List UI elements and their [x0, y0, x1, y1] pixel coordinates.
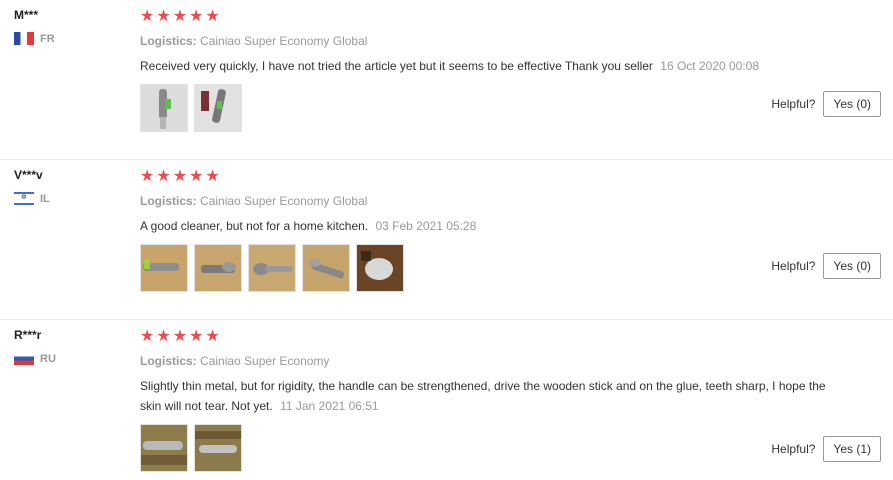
- logistics-value: Cainiao Super Economy: [200, 354, 330, 368]
- logistics-label: Logistics:: [140, 34, 197, 48]
- review-photos: [140, 424, 881, 472]
- review-photo-thumbnail[interactable]: [194, 244, 242, 292]
- review-date: 11 Jan 2021 06:51: [280, 399, 379, 413]
- helpful-yes-button[interactable]: Yes (1): [823, 436, 881, 462]
- review-text: A good cleaner, but not for a home kitch…: [140, 219, 369, 233]
- product-photo-icon: [141, 85, 187, 131]
- reviewer-country: FR: [14, 32, 55, 45]
- product-photo-icon: [357, 245, 403, 291]
- product-photo-icon: [303, 245, 349, 291]
- review-photo-thumbnail[interactable]: [140, 244, 188, 292]
- reviews-list: M*** FR ★★★★★ Logistics: Cainiao Super E…: [0, 0, 893, 480]
- country-code: FR: [40, 32, 55, 45]
- reviewer-info: M*** FR: [14, 8, 55, 45]
- review-photo-thumbnail[interactable]: [194, 424, 242, 472]
- israel-flag-icon: [14, 192, 34, 205]
- review-content: ★★★★★ Logistics: Cainiao Super Economy G…: [140, 169, 881, 292]
- reviewer-name: V***v: [14, 168, 43, 182]
- helpful-vote: Helpful? Yes (0): [771, 253, 881, 279]
- product-photo-icon: [141, 245, 187, 291]
- review-photo-thumbnail[interactable]: [194, 84, 242, 132]
- review-text-block: Slightly thin metal, but for rigidity, t…: [140, 376, 840, 416]
- review-text: Received very quickly, I have not tried …: [140, 59, 653, 73]
- product-photo-icon: [195, 85, 241, 131]
- helpful-label: Helpful?: [771, 259, 816, 273]
- star-rating: ★★★★★: [140, 168, 222, 185]
- review-text-block: A good cleaner, but not for a home kitch…: [140, 216, 840, 236]
- review-text: Slightly thin metal, but for rigidity, t…: [140, 379, 826, 413]
- reviewer-info: R***r RU: [14, 328, 56, 365]
- logistics-value: Cainiao Super Economy Global: [200, 34, 368, 48]
- france-flag-icon: [14, 32, 34, 45]
- logistics-label: Logistics:: [140, 194, 197, 208]
- review-photo-thumbnail[interactable]: [248, 244, 296, 292]
- product-photo-icon: [195, 245, 241, 291]
- star-rating: ★★★★★: [140, 8, 222, 25]
- logistics-label: Logistics:: [140, 354, 197, 368]
- helpful-yes-button[interactable]: Yes (0): [823, 253, 881, 279]
- review-date: 03 Feb 2021 05:28: [375, 219, 477, 233]
- helpful-label: Helpful?: [771, 442, 816, 456]
- logistics-info: Logistics: Cainiao Super Economy Global: [140, 194, 881, 208]
- product-photo-icon: [141, 425, 187, 471]
- review-photos: [140, 84, 881, 132]
- reviewer-name: R***r: [14, 328, 42, 342]
- reviewer-country: IL: [14, 192, 50, 205]
- review-photo-thumbnail[interactable]: [302, 244, 350, 292]
- helpful-yes-button[interactable]: Yes (0): [823, 91, 881, 117]
- review-item: R***r RU ★★★★★ Logistics: Cainiao Super …: [0, 320, 893, 480]
- review-item: M*** FR ★★★★★ Logistics: Cainiao Super E…: [0, 0, 893, 160]
- russia-flag-icon: [14, 352, 34, 365]
- review-photo-thumbnail[interactable]: [140, 424, 188, 472]
- review-photos: [140, 244, 881, 292]
- review-photo-thumbnail[interactable]: [356, 244, 404, 292]
- country-code: IL: [40, 192, 50, 205]
- star-rating: ★★★★★: [140, 328, 222, 345]
- helpful-vote: Helpful? Yes (1): [771, 436, 881, 462]
- reviewer-name: M***: [14, 8, 39, 22]
- product-photo-icon: [195, 425, 241, 471]
- review-text-block: Received very quickly, I have not tried …: [140, 56, 840, 76]
- logistics-value: Cainiao Super Economy Global: [200, 194, 368, 208]
- review-photo-thumbnail[interactable]: [140, 84, 188, 132]
- logistics-info: Logistics: Cainiao Super Economy: [140, 354, 881, 368]
- review-date: 16 Oct 2020 00:08: [660, 59, 760, 73]
- country-code: RU: [40, 352, 56, 365]
- helpful-vote: Helpful? Yes (0): [771, 91, 881, 117]
- logistics-info: Logistics: Cainiao Super Economy Global: [140, 34, 881, 48]
- reviewer-country: RU: [14, 352, 56, 365]
- reviewer-info: V***v IL: [14, 168, 50, 205]
- product-photo-icon: [249, 245, 295, 291]
- helpful-label: Helpful?: [771, 97, 816, 111]
- review-content: ★★★★★ Logistics: Cainiao Super Economy G…: [140, 9, 881, 132]
- review-content: ★★★★★ Logistics: Cainiao Super Economy S…: [140, 329, 881, 472]
- review-item: V***v IL ★★★★★ Logistics: Cainiao Super …: [0, 160, 893, 320]
